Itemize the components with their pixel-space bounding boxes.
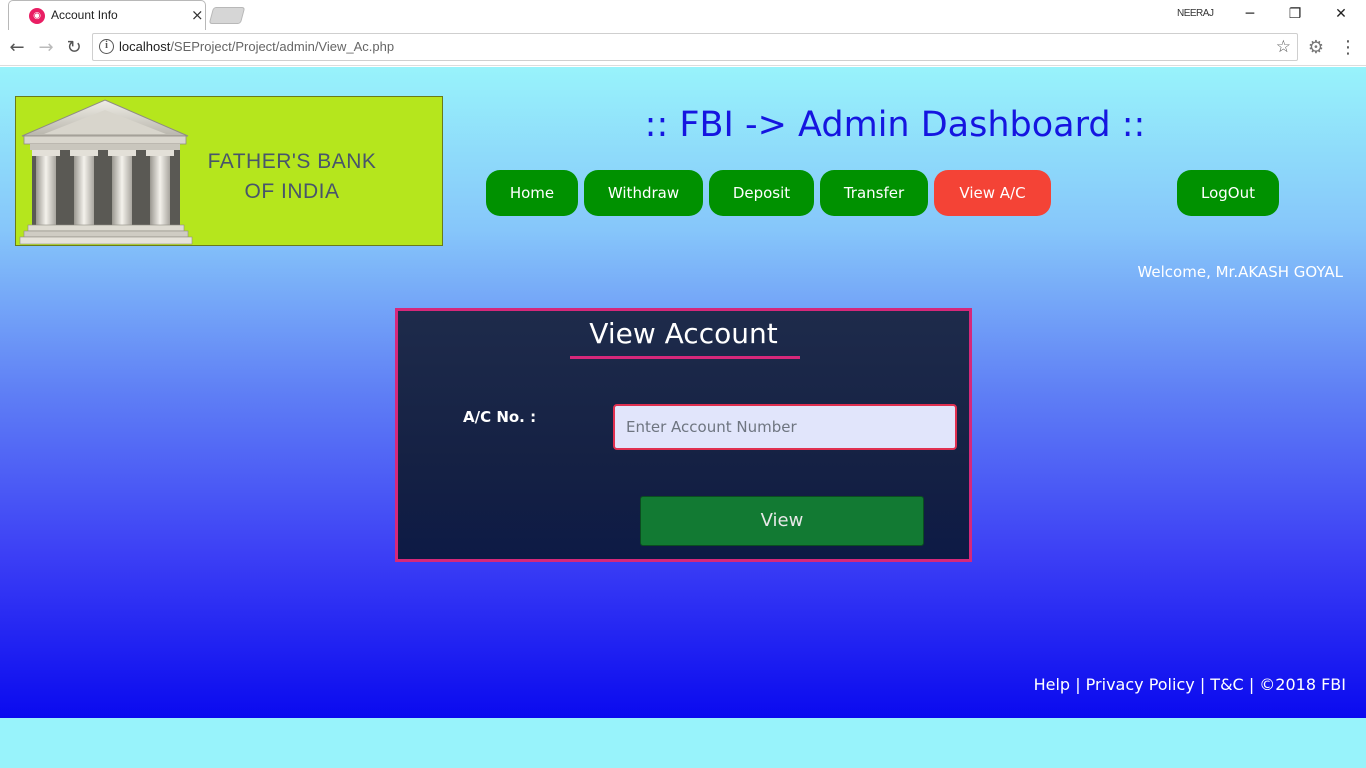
url-path: /SEProject/Project/admin/View_Ac.php: [170, 39, 395, 54]
footer-links: Help | Privacy Policy | T&C | ©2018 FBI: [1034, 675, 1346, 694]
page-bottom-strip: [0, 718, 1366, 768]
nav-view-ac-button[interactable]: View A/C: [934, 170, 1051, 216]
account-number-label: A/C No. :: [463, 408, 537, 426]
url-text: localhost/SEProject/Project/admin/View_A…: [119, 39, 394, 54]
bookmark-star-icon[interactable]: ☆: [1276, 37, 1291, 57]
tab-title: Account Info: [51, 8, 118, 22]
footer-help-link[interactable]: Help: [1034, 675, 1070, 694]
new-tab-button[interactable]: [208, 7, 246, 24]
bank-logo-line2: OF INDIA: [244, 180, 340, 203]
form-title-underline: [570, 356, 800, 359]
url-host: localhost: [119, 39, 171, 54]
nav-deposit-button[interactable]: Deposit: [709, 170, 814, 216]
logout-button[interactable]: LogOut: [1177, 170, 1279, 216]
address-bar[interactable]: i localhost/SEProject/Project/admin/View…: [92, 33, 1298, 61]
footer-separator: |: [1075, 675, 1081, 694]
bank-logo-text: FATHER'S BANK OF INDIA: [192, 147, 392, 207]
extension-icon[interactable]: ⚙: [1304, 36, 1328, 60]
reload-icon[interactable]: ↻: [62, 36, 86, 60]
nav-transfer-button[interactable]: Transfer: [820, 170, 928, 216]
profile-name[interactable]: NEERAJ: [1177, 8, 1214, 19]
footer-tc-link[interactable]: T&C: [1210, 675, 1243, 694]
welcome-message: Welcome, Mr.AKASH GOYAL: [1137, 263, 1343, 281]
forward-icon[interactable]: →: [34, 36, 58, 60]
account-number-input[interactable]: [613, 404, 957, 450]
browser-tabstrip: ◉ Account Info × NEERAJ ─ ❐ ✕: [0, 0, 1366, 30]
footer-privacy-link[interactable]: Privacy Policy: [1086, 675, 1195, 694]
footer-separator: |: [1199, 675, 1206, 694]
minimize-icon[interactable]: ─: [1235, 3, 1265, 25]
form-title: View Account: [589, 317, 778, 350]
restore-icon[interactable]: ❐: [1280, 3, 1310, 25]
nav-home-button[interactable]: Home: [486, 170, 578, 216]
page-title: :: FBI -> Admin Dashboard ::: [644, 105, 1146, 145]
window-close-icon[interactable]: ✕: [1326, 3, 1356, 25]
view-button[interactable]: View: [640, 496, 924, 546]
tab-favicon-icon: ◉: [29, 8, 45, 24]
bank-logo: FATHER'S BANK OF INDIA: [15, 96, 443, 246]
tab-close-icon[interactable]: ×: [191, 6, 204, 24]
site-info-icon[interactable]: i: [99, 39, 114, 54]
footer-separator: |: [1248, 675, 1255, 694]
nav-withdraw-button[interactable]: Withdraw: [584, 170, 703, 216]
page-body: FATHER'S BANK OF INDIA :: FBI -> Admin D…: [0, 67, 1366, 718]
footer-copyright: ©2018 FBI: [1259, 675, 1346, 694]
browser-toolbar: ← → ↻ i localhost/SEProject/Project/admi…: [0, 30, 1366, 66]
view-account-form: View Account A/C No. : View: [395, 308, 972, 562]
menu-icon[interactable]: ⋮: [1336, 36, 1360, 60]
back-icon[interactable]: ←: [5, 36, 29, 60]
bank-logo-line1: FATHER'S BANK: [207, 150, 377, 173]
bank-building-icon: [19, 99, 193, 245]
browser-tab-active[interactable]: ◉ Account Info ×: [8, 0, 206, 30]
